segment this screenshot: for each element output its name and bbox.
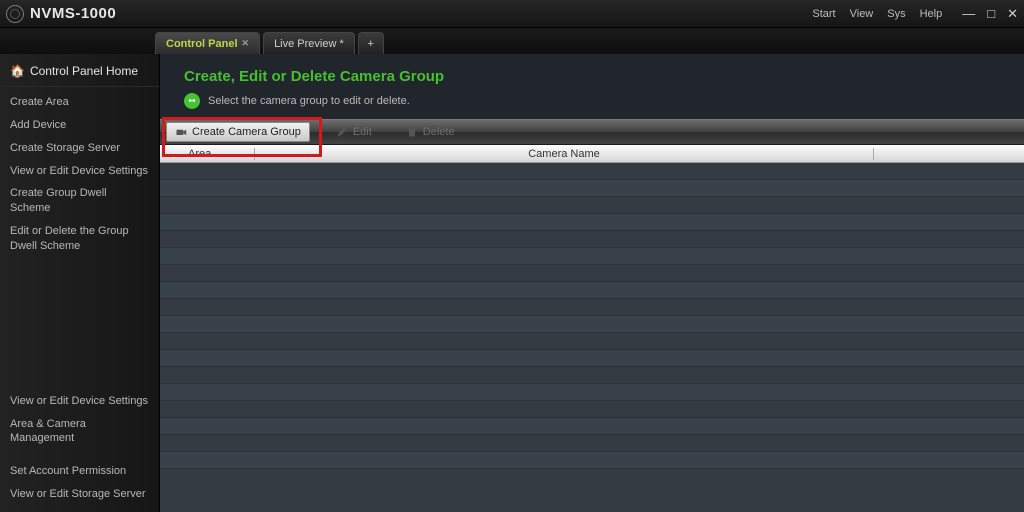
sidebar-item-edit-delete-group-dwell-scheme[interactable]: Edit or Delete the Group Dwell Scheme [0, 220, 159, 258]
button-label: Delete [423, 126, 455, 138]
sidebar-home-label: Control Panel Home [30, 64, 138, 78]
hint-bubble-icon: •• [184, 93, 200, 109]
table-row[interactable] [160, 231, 1024, 248]
table-row[interactable] [160, 384, 1024, 401]
sidebar-item-create-area[interactable]: Create Area [0, 91, 159, 114]
menu-help[interactable]: Help [920, 8, 943, 20]
table-row[interactable] [160, 435, 1024, 452]
edit-button[interactable]: Edit [328, 122, 380, 142]
table-row[interactable] [160, 333, 1024, 350]
table-row[interactable] [160, 248, 1024, 265]
sidebar-item-view-edit-device-settings[interactable]: View or Edit Device Settings [0, 160, 159, 183]
trash-icon [406, 126, 418, 138]
sidebar: 🏠 Control Panel Home Create Area Add Dev… [0, 54, 160, 512]
app-logo-icon [6, 5, 24, 23]
page-title: Create, Edit or Delete Camera Group [184, 68, 1000, 85]
main-header: Create, Edit or Delete Camera Group •• S… [160, 54, 1024, 119]
sidebar-item-add-device[interactable]: Add Device [0, 114, 159, 137]
data-rows [160, 163, 1024, 512]
table-row[interactable] [160, 401, 1024, 418]
create-camera-group-button[interactable]: Create Camera Group [166, 122, 310, 142]
tab-control-panel[interactable]: Control Panel ✕ [155, 32, 260, 54]
table-row[interactable] [160, 452, 1024, 469]
app-title: NVMS-1000 [30, 5, 116, 22]
sidebar-home[interactable]: 🏠 Control Panel Home [0, 60, 159, 87]
tab-label: Control Panel [166, 38, 238, 50]
table-row[interactable] [160, 163, 1024, 180]
sidebar-bottom-set-account-permission[interactable]: Set Account Permission [0, 460, 159, 483]
hint-row: •• Select the camera group to edit or de… [184, 93, 1000, 109]
hint-text: Select the camera group to edit or delet… [208, 95, 410, 107]
column-camera-name[interactable]: Camera Name [255, 148, 874, 160]
home-icon: 🏠 [10, 64, 25, 78]
menu-start[interactable]: Start [812, 8, 835, 20]
table-row[interactable] [160, 316, 1024, 333]
sidebar-item-create-storage-server[interactable]: Create Storage Server [0, 137, 159, 160]
table-row[interactable] [160, 299, 1024, 316]
close-icon[interactable]: ✕ [1007, 6, 1018, 22]
column-headers: Area Camera Name [160, 145, 1024, 163]
main-panel: Create, Edit or Delete Camera Group •• S… [160, 54, 1024, 512]
table-row[interactable] [160, 282, 1024, 299]
delete-button[interactable]: Delete [398, 122, 463, 142]
table-row[interactable] [160, 197, 1024, 214]
sidebar-bottom-view-edit-device-settings[interactable]: View or Edit Device Settings [0, 390, 159, 413]
title-bar: NVMS-1000 Start View Sys Help — □ ✕ [0, 0, 1024, 28]
menu-view[interactable]: View [850, 8, 874, 20]
sidebar-bottom-area-camera-management[interactable]: Area & Camera Management [0, 413, 159, 451]
column-area[interactable]: Area [160, 148, 255, 160]
maximize-icon[interactable]: □ [987, 6, 995, 21]
tab-add[interactable]: + [358, 32, 384, 54]
plus-icon: + [368, 38, 374, 50]
system-menu: Start View Sys Help [812, 8, 942, 20]
camera-icon [175, 126, 187, 138]
pencil-icon [336, 126, 348, 138]
table-row[interactable] [160, 214, 1024, 231]
sidebar-bottom-view-edit-storage-server[interactable]: View or Edit Storage Server [0, 483, 159, 506]
toolbar: Create Camera Group Edit Delete [160, 119, 1024, 145]
sidebar-item-create-group-dwell-scheme[interactable]: Create Group Dwell Scheme [0, 182, 159, 220]
tab-live-preview[interactable]: Live Preview * [263, 32, 355, 54]
tab-row: Control Panel ✕ Live Preview * + [0, 28, 1024, 54]
table-row[interactable] [160, 180, 1024, 197]
table-row[interactable] [160, 418, 1024, 435]
table-row[interactable] [160, 367, 1024, 384]
minimize-icon[interactable]: — [962, 6, 975, 21]
button-label: Create Camera Group [192, 126, 301, 138]
tab-close-icon[interactable]: ✕ [242, 38, 250, 49]
table-row[interactable] [160, 350, 1024, 367]
tab-label: Live Preview * [274, 38, 344, 50]
button-label: Edit [353, 126, 372, 138]
window-controls: — □ ✕ [962, 6, 1018, 22]
menu-sys[interactable]: Sys [887, 8, 905, 20]
table-row[interactable] [160, 265, 1024, 282]
